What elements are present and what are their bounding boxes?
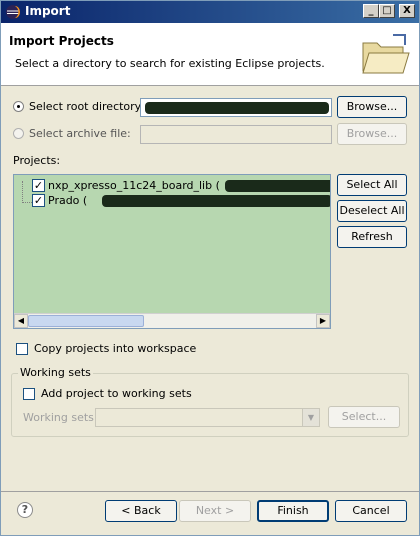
maximize-button[interactable]: □: [379, 4, 395, 18]
project-name: Prado (: [48, 194, 88, 207]
working-sets-field-label: Working sets:: [23, 411, 98, 424]
footer-separator: [1, 491, 419, 492]
redacted-path: [145, 102, 329, 114]
copy-into-workspace-option[interactable]: Copy projects into workspace: [16, 342, 216, 358]
archive-file-label: Select archive file:: [29, 127, 131, 140]
scroll-right-icon[interactable]: ▶: [316, 314, 330, 328]
deselect-all-button[interactable]: Deselect All: [337, 200, 407, 222]
minimize-button[interactable]: _: [363, 4, 379, 18]
root-directory-radio[interactable]: [13, 101, 24, 112]
project-checkbox[interactable]: ✓: [32, 194, 45, 207]
scroll-left-icon[interactable]: ◀: [14, 314, 28, 328]
back-button[interactable]: < Back: [105, 500, 177, 522]
root-directory-label: Select root directory:: [29, 100, 145, 113]
copy-into-workspace-checkbox[interactable]: [16, 343, 28, 355]
project-name: nxp_xpresso_11c24_board_lib (: [48, 179, 220, 192]
redacted-path: [102, 195, 330, 207]
page-description: Select a directory to search for existin…: [15, 57, 325, 70]
project-checkbox[interactable]: ✓: [32, 179, 45, 192]
add-to-working-sets-checkbox[interactable]: [23, 388, 35, 400]
working-sets-combo[interactable]: ▼: [95, 408, 320, 427]
browse-archive-button[interactable]: Browse...: [337, 123, 407, 145]
chevron-down-icon[interactable]: ▼: [302, 409, 319, 426]
cancel-button[interactable]: Cancel: [335, 500, 407, 522]
open-folder-icon: [362, 34, 410, 74]
add-to-working-sets-option[interactable]: Add project to working sets: [23, 387, 223, 403]
add-to-working-sets-label: Add project to working sets: [41, 387, 192, 400]
projects-list[interactable]: ✓ nxp_xpresso_11c24_board_lib ( ✓ Prado …: [13, 174, 331, 329]
redacted-path: [225, 180, 330, 192]
archive-file-input[interactable]: [140, 125, 332, 144]
next-button[interactable]: Next >: [179, 500, 251, 522]
page-title: Import Projects: [9, 34, 114, 48]
working-sets-group: Working sets Add project to working sets…: [11, 366, 409, 437]
copy-into-workspace-label: Copy projects into workspace: [34, 342, 197, 355]
projects-label: Projects:: [13, 154, 61, 167]
tree-connector: [22, 181, 32, 203]
finish-button[interactable]: Finish: [257, 500, 329, 522]
refresh-button[interactable]: Refresh: [337, 226, 407, 248]
help-icon[interactable]: ?: [17, 502, 33, 518]
wizard-banner: Import Projects Select a directory to se…: [1, 23, 419, 86]
list-item[interactable]: ✓ Prado (: [32, 194, 330, 209]
browse-root-button[interactable]: Browse...: [337, 96, 407, 118]
working-sets-title: Working sets: [18, 366, 93, 379]
archive-file-radio[interactable]: [13, 128, 24, 139]
title-bar[interactable]: Import _ □ X: [1, 1, 419, 23]
archive-file-option[interactable]: Select archive file:: [13, 126, 143, 144]
root-directory-option[interactable]: Select root directory:: [13, 99, 145, 117]
scroll-thumb[interactable]: [28, 315, 144, 327]
root-directory-input[interactable]: [140, 98, 332, 117]
eclipse-app-icon: [6, 5, 20, 19]
select-working-sets-button[interactable]: Select...: [328, 406, 400, 428]
select-all-button[interactable]: Select All: [337, 174, 407, 196]
list-item[interactable]: ✓ nxp_xpresso_11c24_board_lib (: [32, 179, 330, 194]
close-button[interactable]: X: [399, 4, 415, 18]
horizontal-scrollbar[interactable]: ◀ ▶: [14, 313, 330, 328]
import-dialog: Import _ □ X Import Projects Select a di…: [0, 0, 420, 536]
window-title: Import: [25, 4, 71, 18]
